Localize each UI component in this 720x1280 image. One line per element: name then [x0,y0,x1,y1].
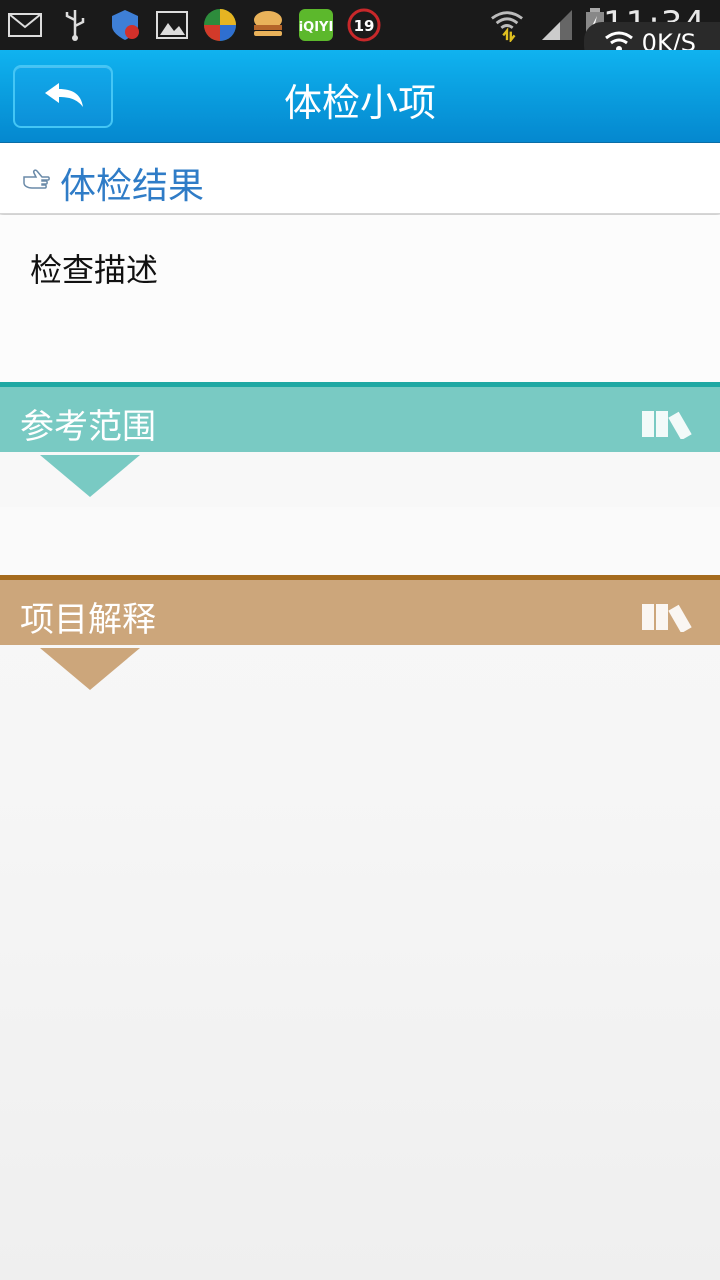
gallery-icon [155,8,189,42]
result-title: 体检结果 [60,166,205,207]
reference-range-content [0,507,720,575]
books-icon [640,602,698,636]
reference-range-label: 参考范围 [20,407,156,447]
signal-icon [540,8,574,42]
security-shield-icon [108,8,142,42]
description-area: 检查描述 [0,215,720,382]
notification-19-icon: 19 [347,8,381,42]
result-header: 体检结果 [0,143,720,214]
page-title: 体检小项 [283,81,436,125]
browser-app-icon [203,8,237,42]
svg-text:iQIYI: iQIYI [299,20,334,35]
pointing-hand-icon [22,167,50,195]
explanation-banner[interactable]: 项目解释 [0,575,720,690]
books-icon [640,409,698,443]
status-bar: iQIYI 19 11:34 0K/S [0,0,720,64]
banner-pointer [40,455,140,497]
explanation-label: 项目解释 [20,600,156,640]
usb-icon [58,8,92,42]
svg-text:19: 19 [354,17,375,35]
mail-icon [8,8,42,42]
description-text: 检查描述 [30,251,159,289]
title-bar: 体检小项 [0,50,720,143]
banner-pointer [40,648,140,690]
reference-range-banner[interactable]: 参考范围 [0,382,720,497]
iqiyi-app-icon: iQIYI [298,8,334,42]
wifi-data-icon [490,8,524,42]
burger-app-icon [251,8,285,42]
